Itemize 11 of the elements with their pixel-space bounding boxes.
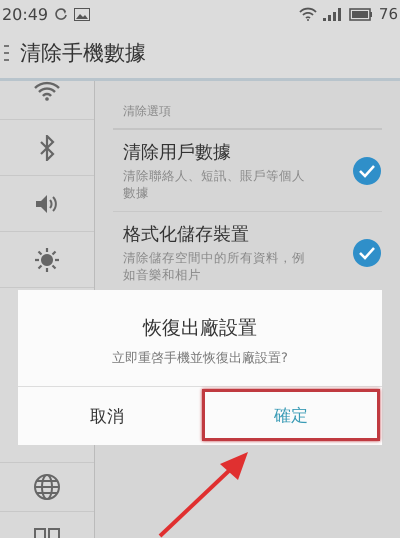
dialog-message: 立即重啓手機並恢復出廠設置? — [111, 350, 289, 367]
option-description: 清除儲存空間中的所有資料，例如音樂和相片 — [123, 249, 306, 283]
dialog-title: 恢復出廠設置 — [142, 316, 258, 341]
clock-time: 20:49 — [2, 4, 48, 24]
option-title: 格式化儲存裝置 — [123, 223, 250, 246]
section-label: 清除選項 — [113, 81, 382, 130]
cancel-button[interactable]: 取消 — [18, 387, 196, 445]
page-title: 清除手機數據 — [20, 40, 146, 67]
option-description: 清除聯絡人、短訊、賬戶等個人數據 — [123, 167, 306, 201]
battery-level: 76 — [378, 5, 398, 23]
option-title: 清除用戶數據 — [123, 141, 232, 164]
